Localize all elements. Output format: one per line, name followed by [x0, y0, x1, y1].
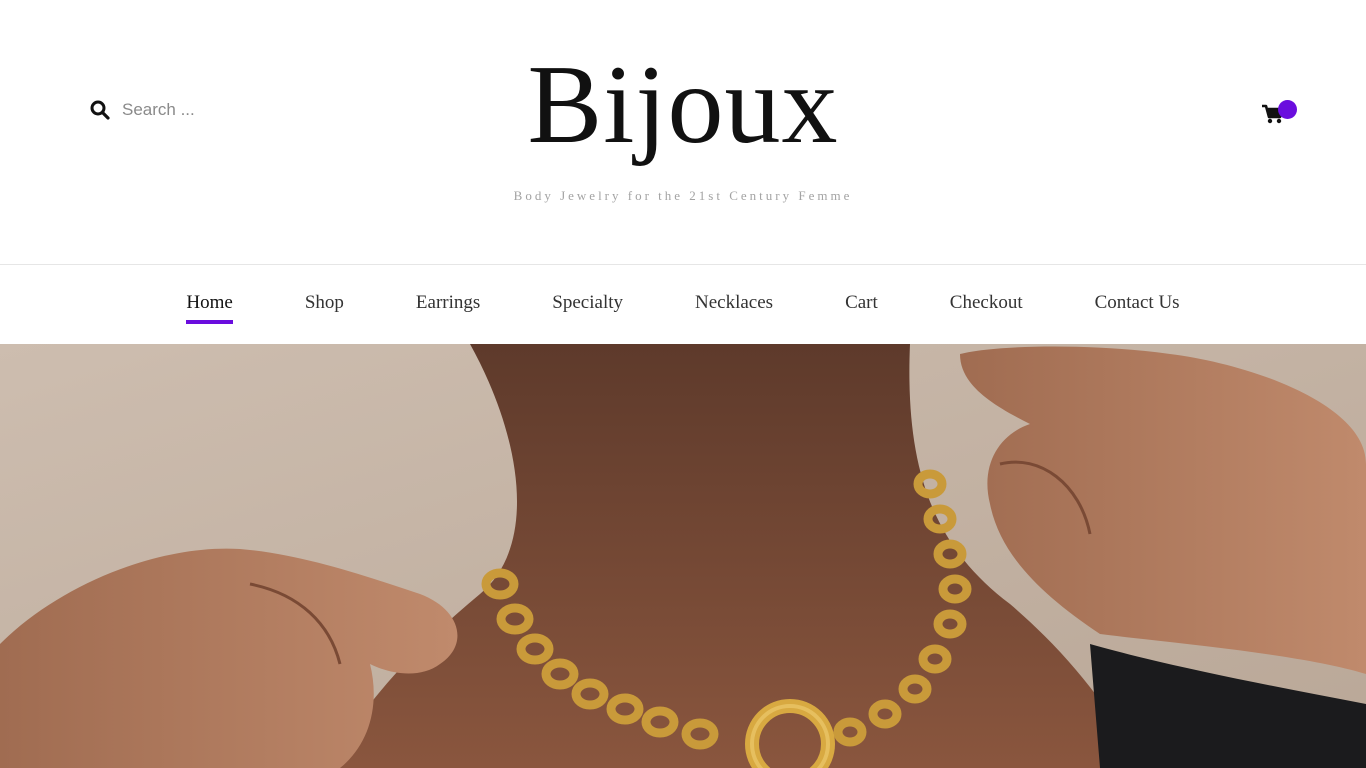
nav-item-earrings[interactable]: Earrings: [416, 286, 480, 324]
nav-item-home[interactable]: Home: [186, 286, 234, 324]
nav-item-necklaces[interactable]: Necklaces: [695, 286, 773, 324]
nav-item-checkout[interactable]: Checkout: [950, 286, 1023, 324]
nav-item-specialty[interactable]: Specialty: [552, 286, 623, 324]
nav-item-shop[interactable]: Shop: [305, 286, 344, 324]
site-header: Bijoux Body Jewelry for the 21st Century…: [0, 0, 1366, 264]
site-branding: Bijoux Body Jewelry for the 21st Century…: [0, 40, 1366, 204]
hero-banner: [0, 344, 1366, 768]
hero-image: [0, 344, 1366, 768]
cart-button[interactable]: [1260, 100, 1300, 128]
nav-item-cart[interactable]: Cart: [845, 286, 878, 324]
site-tagline: Body Jewelry for the 21st Century Femme: [513, 188, 853, 203]
cart-count-badge: [1278, 100, 1297, 119]
main-navigation: Home Shop Earrings Specialty Necklaces C…: [0, 264, 1366, 344]
nav-item-contact-us[interactable]: Contact Us: [1095, 286, 1180, 324]
site-title[interactable]: Bijoux: [0, 40, 1366, 170]
